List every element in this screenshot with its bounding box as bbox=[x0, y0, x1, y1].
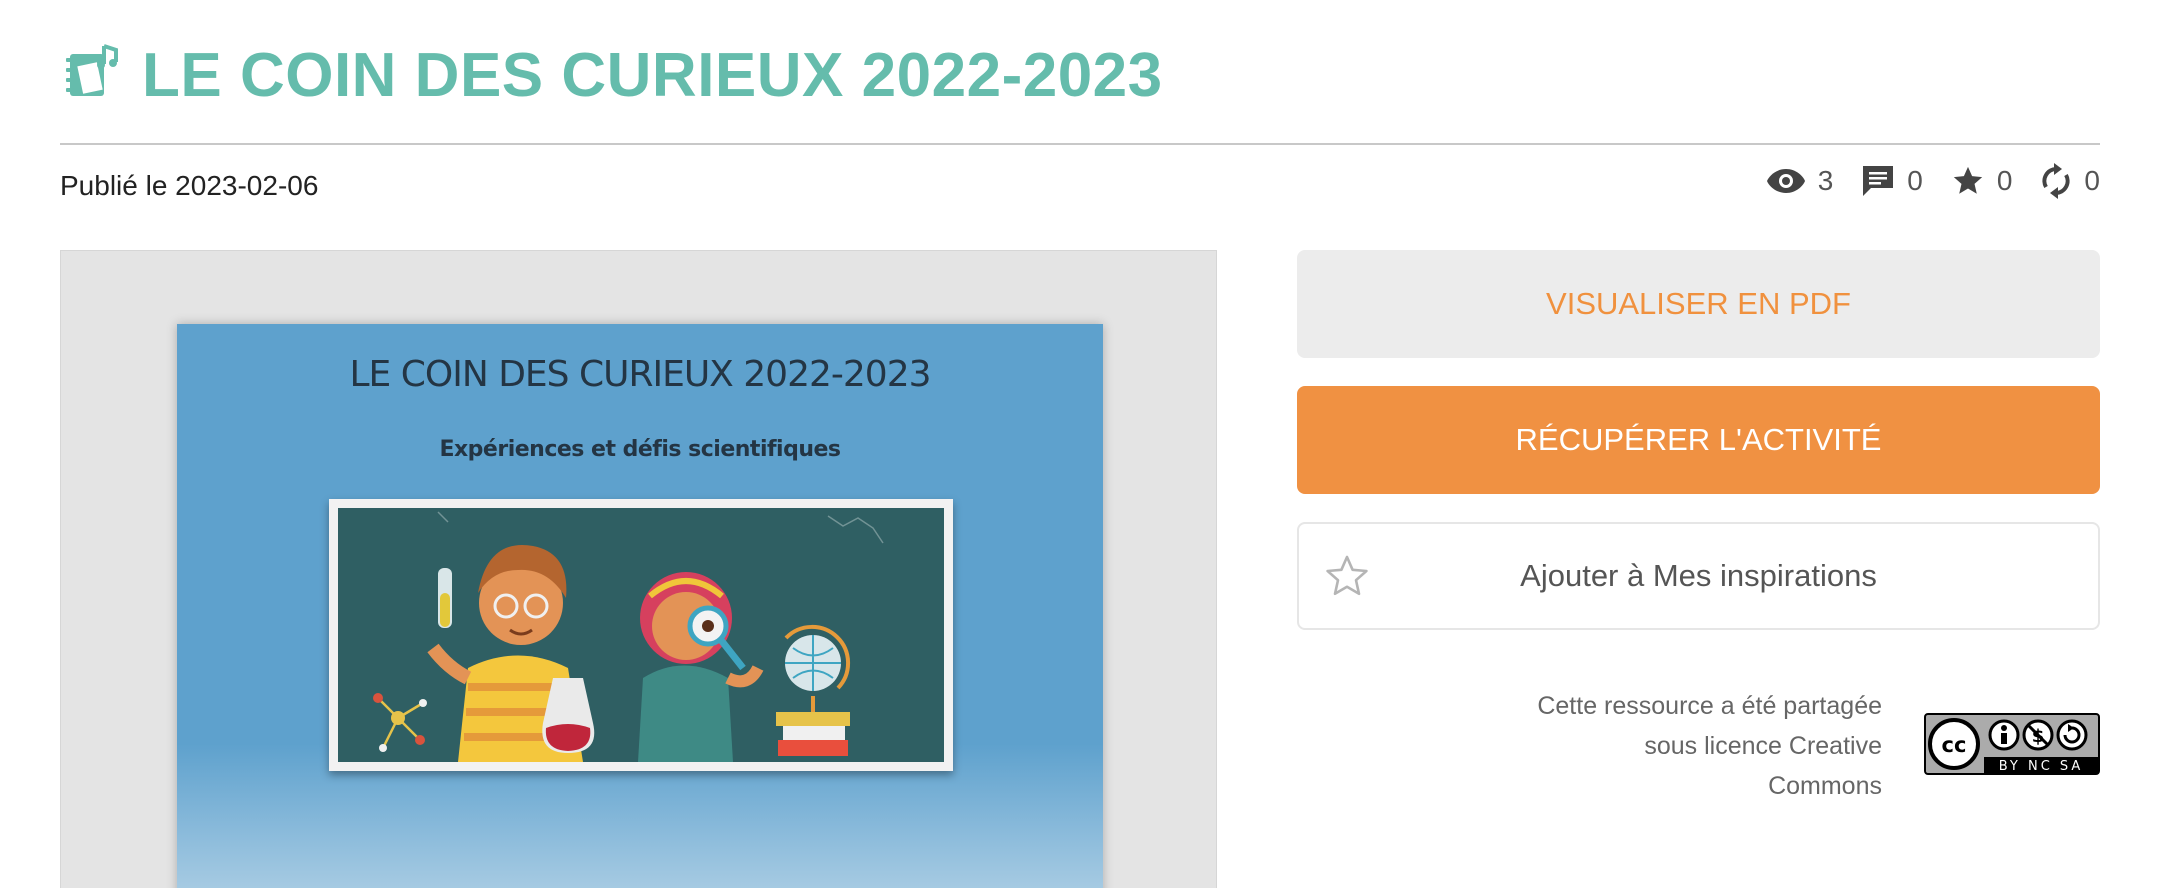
license-line-1: Cette ressource a été partagée bbox=[1537, 692, 1882, 720]
header-divider bbox=[60, 143, 2100, 145]
reuses-stat: 0 bbox=[2040, 163, 2100, 199]
license-info: Cette ressource a été partagée sous lice… bbox=[1297, 686, 2100, 816]
music-notebook-icon bbox=[64, 42, 122, 100]
page-title: LE COIN DES CURIEUX 2022-2023 bbox=[142, 41, 1163, 110]
svg-text:cc: cc bbox=[1942, 733, 1967, 757]
stats-bar: 3 0 0 0 bbox=[1766, 160, 2100, 202]
comment-icon bbox=[1861, 164, 1895, 198]
cc-by-nc-sa-icon[interactable]: cc $ BY NC SA bbox=[1924, 713, 2100, 775]
document-preview[interactable]: LE COIN DES CURIEUX 2022-2023 Expérience… bbox=[60, 250, 1217, 888]
star-outline-icon bbox=[1323, 552, 1371, 608]
reuses-count: 0 bbox=[2084, 165, 2100, 196]
comments-count: 0 bbox=[1907, 165, 1923, 196]
cc-badge-text: BY NC SA bbox=[1999, 759, 2084, 774]
license-line-2: sous licence Creative bbox=[1644, 732, 1882, 760]
views-stat: 3 bbox=[1766, 165, 1834, 197]
cover-title: LE COIN DES CURIEUX 2022-2023 bbox=[349, 354, 931, 395]
views-count: 3 bbox=[1817, 165, 1834, 196]
get-activity-button[interactable]: RÉCUPÉRER L'ACTIVITÉ bbox=[1297, 386, 2100, 494]
add-inspiration-button[interactable]: Ajouter à Mes inspirations bbox=[1297, 522, 2100, 630]
favorites-stat: 0 bbox=[1951, 164, 2013, 198]
comments-stat: 0 bbox=[1861, 164, 1923, 198]
cover-illustration bbox=[329, 499, 953, 771]
star-icon bbox=[1951, 164, 1985, 198]
refresh-icon bbox=[2040, 163, 2072, 199]
eye-icon bbox=[1766, 167, 1806, 195]
cover-page: LE COIN DES CURIEUX 2022-2023 Expérience… bbox=[177, 324, 1103, 888]
favorites-count: 0 bbox=[1996, 165, 2013, 196]
page-header: LE COIN DES CURIEUX 2022-2023 bbox=[60, 36, 2100, 146]
add-inspiration-label: Ajouter à Mes inspirations bbox=[1520, 558, 1877, 593]
license-line-3: Commons bbox=[1768, 772, 1882, 800]
license-text: Cette ressource a été partagée sous lice… bbox=[1462, 686, 1882, 806]
publish-date: Publié le 2023-02-06 bbox=[60, 170, 319, 201]
cover-subtitle: Expériences et défis scientifiques bbox=[439, 437, 841, 462]
view-pdf-button[interactable]: VISUALISER EN PDF bbox=[1297, 250, 2100, 358]
